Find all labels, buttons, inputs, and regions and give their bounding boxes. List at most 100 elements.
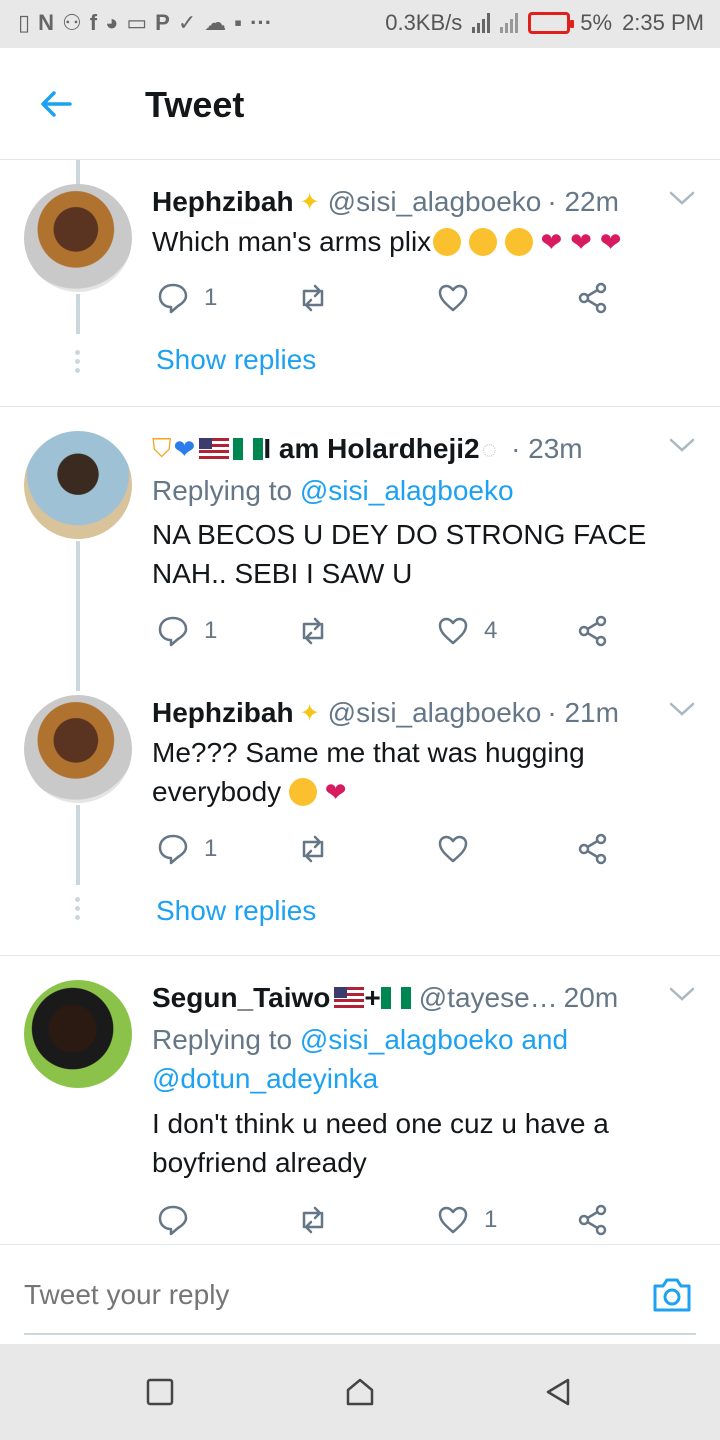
like-count: 1 [484, 1206, 498, 1233]
sparkles-emoji: ✦ [299, 699, 320, 727]
reply-count: 1 [204, 835, 218, 862]
tweet-actions: 1 [152, 278, 622, 318]
p-icon: P [155, 10, 170, 35]
battery-icon [528, 12, 575, 34]
tweet-text: Me??? Same me that was hugging everybody [152, 737, 585, 807]
tweet-text: I don't think u need one cuz u have a bo… [152, 1108, 609, 1178]
show-replies-link[interactable]: Show replies [156, 344, 316, 376]
back-arrow-icon[interactable] [36, 84, 76, 124]
display-name[interactable]: Hephzibah [152, 697, 294, 729]
handle[interactable]: @sisi_alagboeko [328, 697, 542, 729]
tweet[interactable]: Segun_Taiwo + @tayese… 20m Replying to @… [0, 956, 720, 1244]
reply-count: 1 [204, 617, 218, 644]
tweet-text-container: Me??? Same me that was hugging everybody… [152, 733, 680, 811]
heart-icon [438, 835, 468, 863]
facebook-icon: f [89, 10, 98, 35]
timestamp: · 23m [511, 433, 583, 464]
chevron-down-icon[interactable] [668, 984, 696, 1004]
broken-heart-emoji: ❤ [324, 777, 347, 807]
share-button[interactable] [576, 1200, 610, 1240]
handle[interactable]: @sisi_alagboeko [328, 186, 542, 218]
signal-icon-2 [500, 13, 519, 33]
retweet-icon [302, 835, 324, 863]
tweet-actions: 1 [152, 829, 622, 869]
display-name[interactable]: Segun_Taiwo [152, 982, 330, 1014]
check-icon: ✓ [177, 10, 197, 35]
tweet-text: Which man's arms plix [152, 226, 432, 257]
crying-emoji [433, 228, 462, 256]
thread-dots [75, 350, 81, 377]
chevron-down-icon[interactable] [668, 699, 696, 719]
tweet-header: Hephzibah ✦ @sisi_alagboeko · 22m [152, 186, 696, 218]
retweet-icon [302, 617, 324, 645]
us-flag-emoji [199, 438, 230, 460]
timestamp: 20m [563, 982, 619, 1013]
recents-icon[interactable] [144, 1376, 176, 1408]
sim-icon: ▯ [18, 10, 31, 35]
like-button[interactable]: 1 [436, 1200, 497, 1240]
tweet-text: NA BECOS U DEY DO STRONG FACE NAH.. SEBI… [152, 519, 647, 589]
sparkles-emoji: ✦ [299, 188, 320, 216]
share-button[interactable] [576, 278, 610, 318]
handle[interactable]: @tayese… [419, 982, 558, 1014]
thread-line [76, 294, 80, 334]
like-button[interactable]: 4 [436, 611, 497, 651]
like-count: 4 [484, 617, 498, 644]
chevron-down-icon[interactable] [668, 188, 696, 208]
timestamp: · 21m [547, 697, 619, 728]
reply-button[interactable] [156, 1200, 204, 1240]
system-icons: 0.3KB/s 5% 2:35 PM [385, 10, 704, 36]
name-suffix: + [364, 982, 381, 1013]
notification-icons: ▯ N ⚇ f ◕ ▭ P ✓ ☁ ▪ ··· [18, 10, 272, 36]
thread-line [76, 541, 80, 691]
tweet-header: ⛉ ❤ I am Holardheji2 ◌ · 23m [152, 433, 696, 465]
share-icon [578, 615, 607, 647]
home-icon[interactable] [344, 1376, 376, 1408]
tweet[interactable]: ⛉ ❤ I am Holardheji2 ◌ · 23m Replying to… [0, 407, 720, 691]
share-button[interactable] [576, 829, 610, 869]
voicemail-icon: ▪ [234, 10, 243, 35]
reply-button[interactable]: 1 [156, 278, 217, 318]
tweet[interactable]: Hephzibah ✦ @sisi_alagboeko · 21m Me??? … [0, 687, 720, 955]
reply-icon [158, 283, 188, 314]
chevron-down-icon[interactable] [668, 435, 696, 455]
avatar[interactable] [24, 184, 132, 292]
share-button[interactable] [576, 611, 610, 651]
like-button[interactable] [436, 278, 484, 318]
camera-icon[interactable] [650, 1275, 694, 1315]
mention-link[interactable]: @sisi_alagboeko [300, 475, 514, 506]
display-name[interactable]: I am Holardheji2 [263, 433, 479, 465]
crying-emoji [288, 778, 317, 806]
reply-icon [158, 616, 188, 647]
heart-icon [438, 1206, 468, 1234]
timestamp: · 22m [547, 186, 619, 217]
broken-heart-emoji: ❤ [570, 227, 592, 257]
avatar[interactable] [24, 695, 132, 803]
reply-input[interactable] [24, 1279, 584, 1311]
like-button[interactable] [436, 829, 484, 869]
retweet-button[interactable] [296, 611, 344, 651]
tweet-text-container: Which man's arms plix ❤ ❤ ❤ [152, 222, 680, 261]
heart-icon [438, 617, 468, 645]
show-replies-link[interactable]: Show replies [156, 895, 316, 927]
retweet-button[interactable] [296, 829, 344, 869]
reply-button[interactable]: 1 [156, 829, 217, 869]
reply-button[interactable]: 1 [156, 611, 217, 651]
app-header: Tweet [0, 48, 720, 160]
tweet-header: Hephzibah ✦ @sisi_alagboeko · 21m [152, 697, 696, 729]
speech-bubble-emoji: ◌ [481, 433, 498, 464]
avatar[interactable] [24, 980, 132, 1088]
retweet-button[interactable] [296, 1200, 344, 1240]
retweet-button[interactable] [296, 278, 344, 318]
display-name[interactable]: Hephzibah [152, 186, 294, 218]
signal-icon [472, 13, 491, 33]
back-icon[interactable] [542, 1376, 574, 1408]
replying-to: Replying to @sisi_alagboeko [152, 471, 696, 510]
reply-icon [158, 1205, 188, 1236]
reply-underline [24, 1333, 696, 1335]
tweet-header: Segun_Taiwo + @tayese… 20m [152, 982, 696, 1014]
avatar[interactable] [24, 431, 132, 539]
person-add-icon: ⚇ [62, 10, 82, 35]
tweet[interactable]: Hephzibah ✦ @sisi_alagboeko · 22m Which … [0, 160, 720, 406]
blue-heart-emoji: ❤ [173, 433, 196, 464]
